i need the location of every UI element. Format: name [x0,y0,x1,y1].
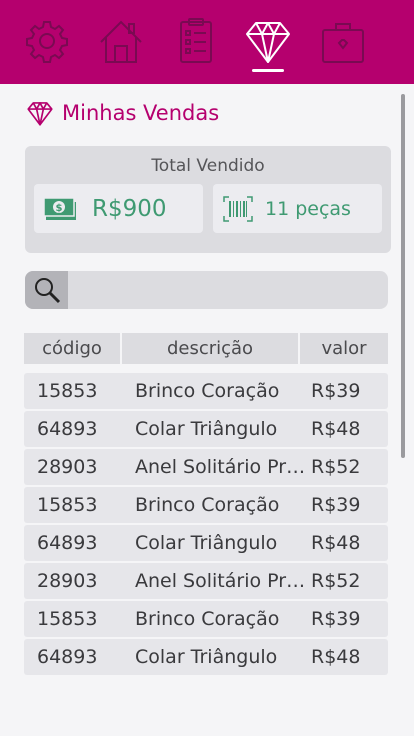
page-title: Minhas Vendas [62,101,220,125]
nav-settings-button[interactable] [20,14,74,68]
sales-table: código descrição valor 15853 Brinco Coraç… [24,333,388,677]
top-navigation-bar [0,0,414,84]
search-icon [34,278,60,304]
cell-value: R$39 [311,494,361,516]
cell-code: 28903 [37,456,98,478]
column-header-code[interactable]: código [24,333,120,364]
page-header: Minhas Vendas [26,96,219,130]
table-row[interactable]: 28903 Anel Solitário Prata R$52 [24,449,388,485]
table-row[interactable]: 15853 Brinco Coração R$39 [24,487,388,523]
scrollbar[interactable] [401,94,405,458]
cell-code: 64893 [37,532,98,554]
cell-code: 28903 [37,570,98,592]
total-sold-box: $ R$900 [34,184,203,233]
table-row[interactable]: 64893 Colar Triângulo R$48 [24,639,388,675]
pieces-sold-value: 11 peças [265,197,351,220]
cell-description: Brinco Coração [135,494,280,516]
total-sold-value: R$900 [92,195,167,222]
cell-code: 15853 [37,380,98,402]
table-body: 15853 Brinco Coração R$39 64893 Colar Triâng… [24,373,388,675]
cell-code: 15853 [37,494,98,516]
cell-description: Brinco Coração [135,380,280,402]
cell-value: R$39 [311,608,361,630]
table-header: código descrição valor [24,333,388,364]
gear-icon [26,21,68,63]
cell-value: R$48 [311,418,361,440]
cell-value: R$48 [311,532,361,554]
table-row[interactable]: 15853 Brinco Coração R$39 [24,601,388,637]
search-input[interactable] [68,271,388,309]
cell-description: Colar Triângulo [135,646,278,668]
cell-code: 64893 [37,418,98,440]
cell-description: Brinco Coração [135,608,280,630]
cash-icon: $ [44,196,76,220]
nav-orders-button[interactable] [169,14,223,68]
clipboard-icon [180,18,212,63]
table-row[interactable]: 64893 Colar Triângulo R$48 [24,411,388,447]
table-row[interactable]: 15853 Brinco Coração R$39 [24,373,388,409]
cell-code: 64893 [37,646,98,668]
table-row[interactable]: 28903 Anel Solitário Prata R$52 [24,563,388,599]
svg-text:$: $ [56,203,63,214]
diamond-icon [246,22,290,63]
diamond-icon [27,102,53,126]
cell-description: Colar Triângulo [135,418,278,440]
nav-sales-button[interactable] [241,14,295,68]
cell-value: R$39 [311,380,361,402]
house-icon [100,20,142,63]
cell-description: Colar Triângulo [135,532,278,554]
table-row[interactable]: 64893 Colar Triângulo R$48 [24,525,388,561]
summary-title: Total Vendido [151,156,265,176]
cell-value: R$48 [311,646,361,668]
column-header-value[interactable]: valor [300,333,388,364]
search-bar [25,271,388,309]
cell-value: R$52 [311,570,361,592]
nav-home-button[interactable] [94,14,148,68]
nav-catalog-button[interactable] [316,14,370,68]
sales-summary-card: Total Vendido $ R$900 11 peças [25,146,391,253]
cell-description: Anel Solitário Prata [135,570,311,592]
briefcase-icon [322,23,364,63]
cell-description: Anel Solitário Prata [135,456,311,478]
cell-code: 15853 [37,608,98,630]
barcode-icon [223,195,253,222]
search-button[interactable] [25,271,68,309]
cell-value: R$52 [311,456,361,478]
column-header-description[interactable]: descrição [122,333,298,364]
active-tab-indicator [252,69,284,72]
pieces-sold-box: 11 peças [213,184,382,233]
